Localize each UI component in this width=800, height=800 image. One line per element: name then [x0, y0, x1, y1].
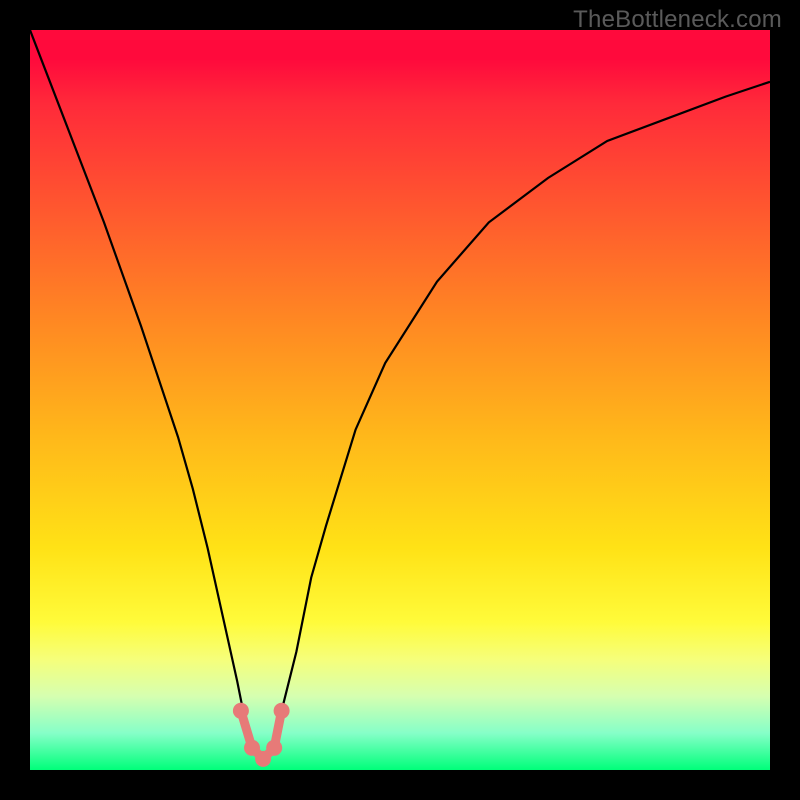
highlight-point [233, 703, 249, 719]
watermark-text: TheBottleneck.com [573, 6, 782, 34]
bottleneck-curve-path [30, 30, 770, 763]
chart-frame: TheBottleneck.com [0, 0, 800, 800]
highlight-point [266, 740, 282, 756]
plot-area [30, 30, 770, 770]
chart-svg [30, 30, 770, 770]
highlight-markers [233, 703, 290, 767]
highlight-point [274, 703, 290, 719]
